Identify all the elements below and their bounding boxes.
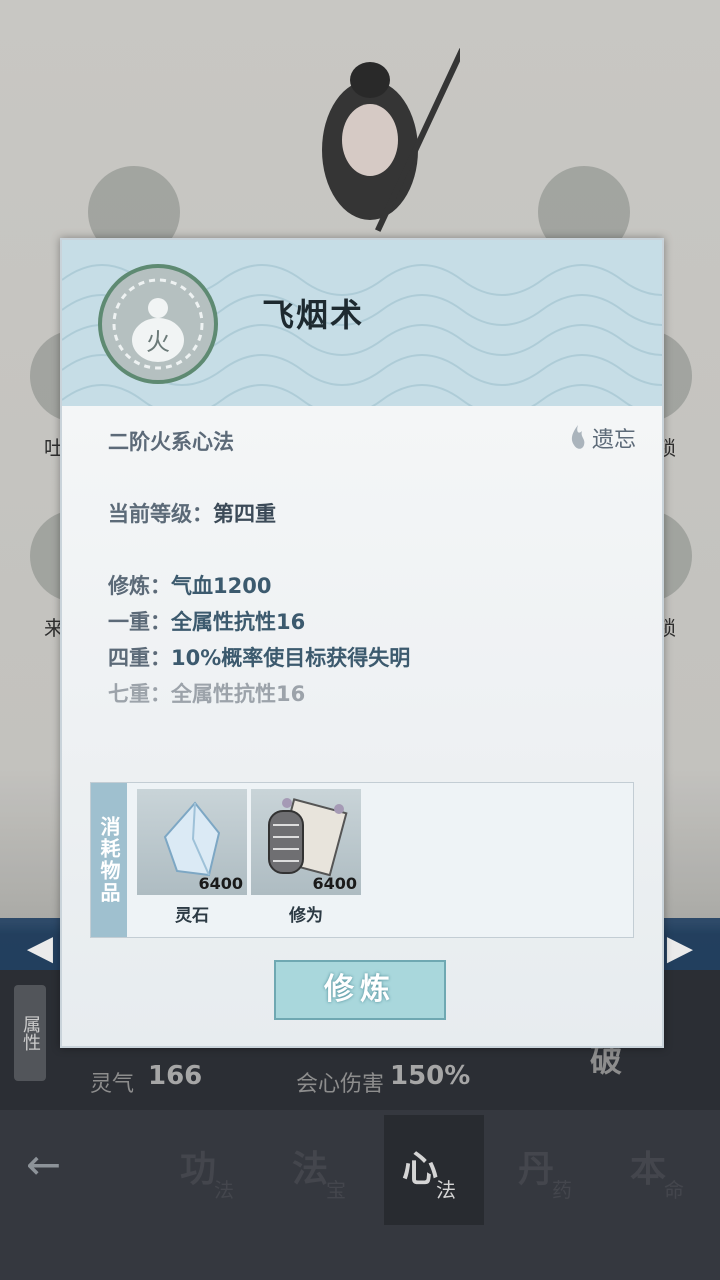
fire-skill-icon: 火 [98, 264, 218, 384]
effect-key: 修炼： [108, 574, 171, 598]
item-name: 修为 [289, 906, 323, 926]
level-label: 当前等级： [108, 502, 213, 526]
item-slot: 6400 [137, 789, 247, 895]
effect-row: 七重：全属性抗性16 [108, 678, 305, 708]
effect-value: 全属性抗性16 [171, 610, 306, 634]
effect-row: 修炼：气血1200 [108, 570, 271, 600]
effect-value: 气血1200 [171, 574, 272, 598]
effect-row: 一重：全属性抗性16 [108, 606, 305, 636]
effect-key: 一重： [108, 610, 171, 634]
icon-glyph: 火 [146, 328, 170, 356]
cost-panel: 消耗物品 6400 灵石 6400 修为 [90, 782, 634, 938]
current-level: 当前等级：第四重 [108, 498, 276, 528]
effect-value: 全属性抗性16 [171, 682, 306, 706]
forget-button[interactable]: 遗忘 [568, 422, 636, 454]
effect-key: 七重： [108, 682, 171, 706]
skill-title: 飞烟术 [262, 296, 365, 334]
item-slot: 6400 [251, 789, 361, 895]
flame-icon [571, 425, 585, 449]
effect-key: 四重： [108, 646, 171, 670]
cost-tab-label: 消耗物品 [91, 783, 127, 937]
cost-item[interactable]: 6400 修为 [251, 789, 361, 926]
cost-item[interactable]: 6400 灵石 [137, 789, 247, 926]
effect-value: 10%概率使目标获得失明 [171, 646, 411, 670]
skill-subtitle: 二阶火系心法 [108, 430, 234, 454]
dialog-header: 火 飞烟术 [62, 240, 662, 406]
train-button[interactable]: 修炼 [274, 960, 446, 1020]
skill-detail-dialog: 火 飞烟术 二阶火系心法 遗忘 当前等级：第四重 修炼：气血1200 一重：全属… [60, 238, 664, 1048]
item-name: 灵石 [175, 906, 209, 926]
effect-row: 四重：10%概率使目标获得失明 [108, 642, 410, 672]
item-count: 6400 [312, 874, 357, 893]
level-value: 第四重 [213, 502, 276, 526]
forget-label: 遗忘 [592, 428, 637, 453]
item-count: 6400 [198, 874, 243, 893]
